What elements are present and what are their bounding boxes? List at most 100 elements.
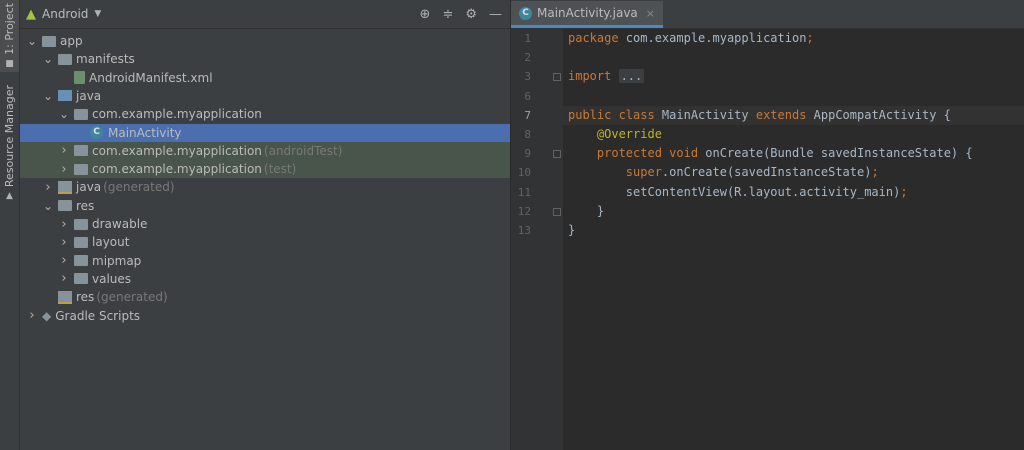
code-line: protected void onCreate(Bundle savedInst… [568, 144, 973, 163]
line-number: 6 [524, 89, 531, 103]
code-line: public class MainActivity extends AppCom… [568, 106, 951, 125]
tree-item[interactable]: res (generated) [20, 288, 510, 306]
code-token: } [568, 223, 576, 237]
locate-file-icon[interactable]: ⊕ [420, 7, 431, 22]
line-number: 10 [517, 166, 531, 180]
folder-icon [74, 273, 88, 285]
line-number-gutter: 1 2 3 6 7 8 9 10 11 12 13 [511, 29, 563, 450]
generated-folder-icon [58, 290, 72, 304]
line-number: 13 [517, 224, 531, 237]
chevron-right-icon[interactable]: › [58, 235, 70, 250]
tree-item-label: com.example.myapplication [92, 143, 262, 158]
android-icon: ▲ [26, 6, 36, 22]
folder-icon [74, 218, 88, 230]
tree-item-label: java [76, 88, 102, 103]
project-tab-label: 1: Project [3, 3, 16, 55]
res-folder-icon [58, 200, 72, 212]
chevron-right-icon[interactable]: › [58, 271, 70, 286]
chevron-right-icon[interactable]: › [58, 253, 70, 268]
chevron-right-icon[interactable]: › [26, 308, 38, 323]
tree-item[interactable]: › mipmap [20, 252, 510, 270]
code-token: } [568, 203, 605, 218]
fold-marker-icon[interactable] [553, 207, 561, 216]
tree-item-label: Gradle Scripts [55, 308, 141, 323]
fold-marker-icon[interactable] [553, 150, 561, 159]
code-line: } [568, 221, 575, 240]
tree-item[interactable]: › java (generated) [20, 178, 510, 196]
package-folder-icon [74, 108, 88, 120]
code-token: super [625, 165, 662, 180]
close-icon[interactable]: × [646, 7, 655, 20]
project-view-selector[interactable]: Android [42, 7, 88, 21]
project-panel: ▲ Android ▼ ⊕ ≑ ⚙ — ⌄ app ⌄ manifests Androi… [20, 0, 510, 450]
code-token: ; [871, 165, 879, 180]
chevron-down-icon[interactable]: ⌄ [42, 199, 54, 213]
chevron-right-icon[interactable]: › [58, 143, 70, 158]
code-token: com.example.myapplication [625, 31, 807, 45]
class-icon: C [519, 6, 532, 20]
chevron-down-icon[interactable]: ⌄ [42, 52, 54, 66]
code-area[interactable]: package com.example.myapplication; import… [563, 29, 1024, 450]
tool-window-strip: 1: Project ■ Resource Manager ▲ [0, 0, 20, 450]
chevron-down-icon[interactable]: ⌄ [42, 89, 54, 103]
tree-item[interactable]: › layout [20, 233, 510, 251]
tree-item-label: com.example.myapplication [92, 162, 262, 177]
tree-item[interactable]: ⌄ java [20, 87, 510, 105]
tree-item-qualifier: (androidTest) [263, 143, 343, 158]
package-folder-icon [74, 145, 88, 157]
code-token: .onCreate(savedInstanceState) [661, 165, 872, 180]
folder-icon [58, 53, 72, 65]
project-tool-tab[interactable]: 1: Project ■ [0, 0, 19, 72]
chevron-down-icon[interactable]: ⌄ [58, 107, 70, 121]
chevron-down-icon[interactable]: ▼ [94, 9, 101, 19]
source-folder-icon [58, 90, 72, 102]
tree-item[interactable]: ⌄ res [20, 197, 510, 215]
tree-item[interactable]: › com.example.myapplication (test) [20, 160, 510, 179]
editor-tab-label: MainActivity.java [537, 6, 638, 20]
xml-file-icon [74, 71, 85, 85]
code-line: super.onCreate(savedInstanceState); [568, 163, 879, 182]
tree-item[interactable]: C MainActivity [20, 123, 510, 142]
tree-item[interactable]: › values [20, 270, 510, 288]
editor-tab-mainactivity[interactable]: C MainActivity.java × [511, 1, 663, 28]
code-token: setContentView(R.layout.activity_main) [625, 184, 901, 199]
tree-item[interactable]: AndroidManifest.xml [20, 69, 510, 87]
module-folder-icon [42, 35, 56, 47]
tree-item-qualifier: (generated) [96, 290, 168, 305]
code-token: public class [568, 107, 662, 122]
code-line: @Override [568, 125, 662, 144]
chevron-right-icon[interactable]: › [58, 217, 70, 232]
tree-item[interactable]: ⌄ app [20, 32, 510, 50]
tree-item[interactable]: › com.example.myapplication (androidTest) [20, 141, 510, 160]
class-icon: C [90, 126, 103, 139]
resource-manager-tool-tab[interactable]: Resource Manager ▲ [0, 85, 19, 201]
code-token: ; [806, 31, 814, 45]
tree-item[interactable]: ⌄ manifests [20, 50, 510, 68]
code-token: package [568, 31, 626, 45]
tree-item-label: java [76, 180, 102, 195]
line-number: 12 [517, 204, 531, 218]
chevron-right-icon[interactable]: › [42, 180, 54, 195]
fold-marker-icon[interactable] [553, 73, 561, 82]
gear-icon[interactable]: ⚙ [465, 7, 477, 22]
chevron-down-icon[interactable]: ⌄ [26, 34, 38, 48]
tree-item-label: values [92, 271, 132, 286]
tree-item[interactable]: ⌄ com.example.myapplication [20, 105, 510, 123]
line-number: 2 [524, 51, 531, 65]
tree-item-label: res [76, 198, 95, 213]
chevron-right-icon[interactable]: › [58, 162, 70, 177]
code-token: extends [755, 107, 814, 122]
package-folder-icon [74, 163, 88, 175]
editor-tab-bar: C MainActivity.java × [511, 0, 1024, 29]
tree-item-label: manifests [76, 52, 135, 67]
tree-item[interactable]: › drawable [20, 215, 510, 233]
line-number: 3 [524, 70, 531, 84]
tree-item[interactable]: › ◆ Gradle Scripts [20, 307, 510, 325]
folded-imports-placeholder[interactable]: ... [618, 69, 645, 84]
tree-item-qualifier: (test) [263, 162, 297, 177]
hide-panel-icon[interactable]: — [489, 7, 502, 22]
collapse-all-icon[interactable]: ≑ [442, 7, 453, 22]
